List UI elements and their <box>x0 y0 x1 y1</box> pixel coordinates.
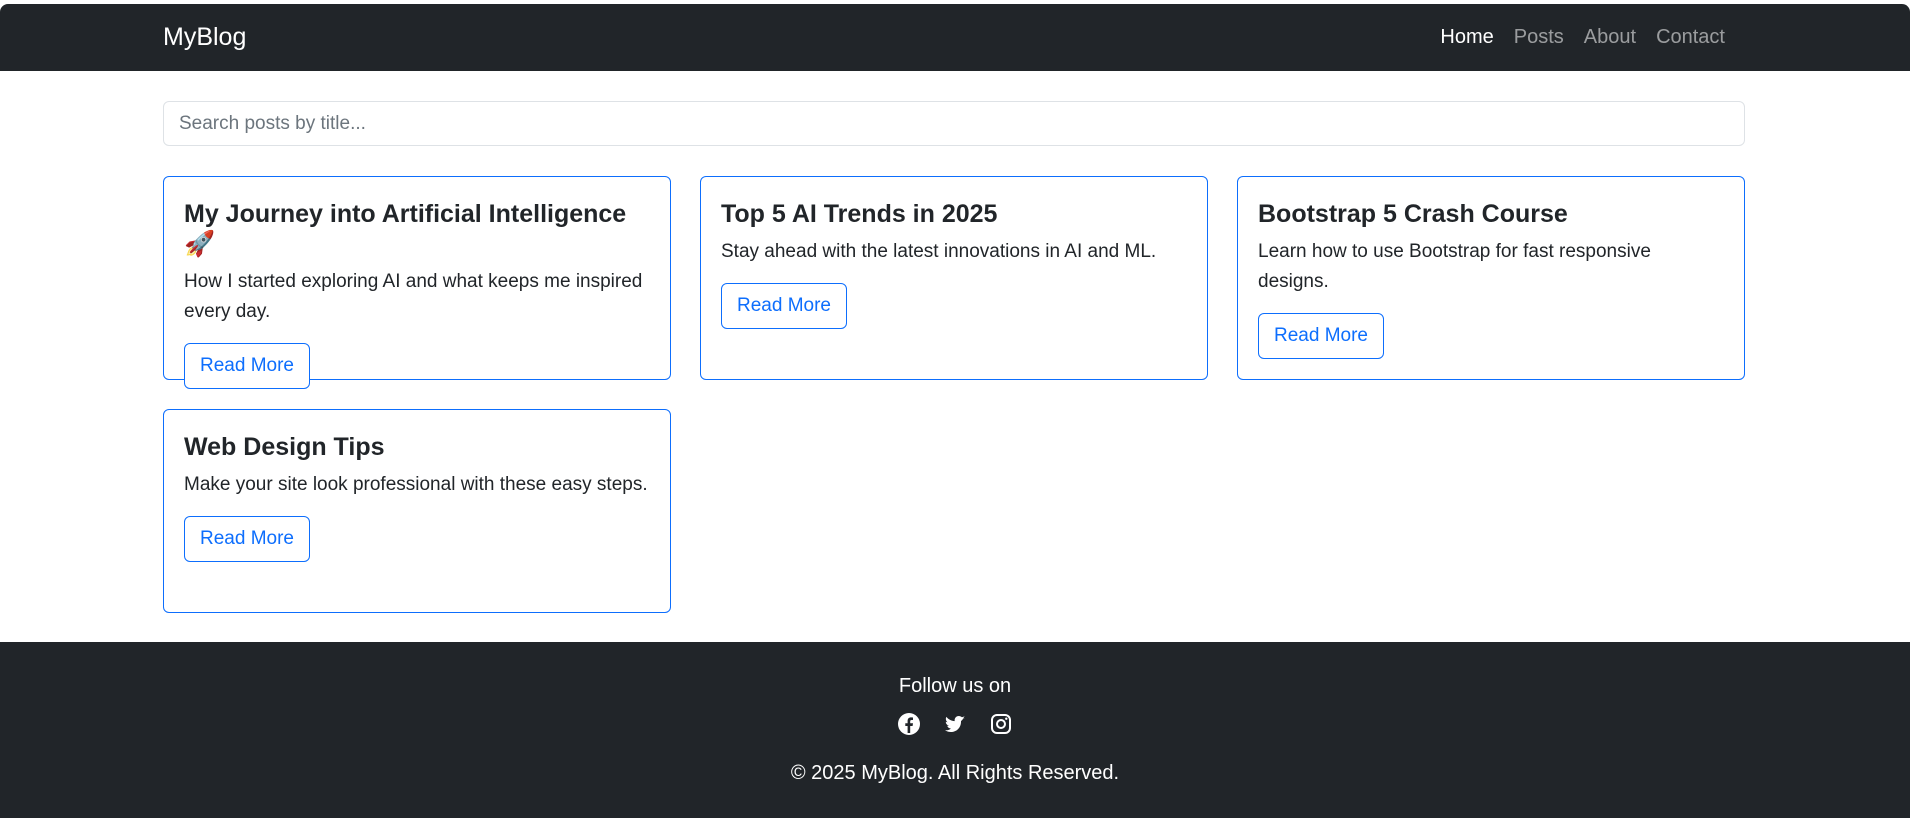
read-more-button[interactable]: Read More <box>184 343 310 389</box>
navbar: MyBlog Home Posts About Contact <box>0 4 1910 71</box>
post-title: Top 5 AI Trends in 2025 <box>721 200 998 228</box>
nav-link-home[interactable]: Home <box>1430 4 1503 71</box>
read-more-button[interactable]: Read More <box>721 283 847 329</box>
nav-link-contact[interactable]: Contact <box>1646 4 1735 71</box>
post-excerpt: How I started exploring AI and what keep… <box>184 271 643 322</box>
nav-link-posts[interactable]: Posts <box>1504 4 1574 71</box>
post-excerpt: Make your site look professional with th… <box>184 474 648 495</box>
follow-text: Follow us on <box>898 675 1012 697</box>
facebook-icon[interactable] <box>897 712 921 736</box>
read-more-button[interactable]: Read More <box>184 516 310 562</box>
post-card: Web Design Tips Make your site look prof… <box>163 409 671 613</box>
footer: Follow us on © 2025 MyBlog. All Rights R… <box>0 642 1910 818</box>
twitter-icon[interactable] <box>943 712 967 736</box>
post-excerpt: Stay ahead with the latest innovations i… <box>721 241 1157 262</box>
instagram-icon[interactable] <box>989 712 1013 736</box>
search-input[interactable] <box>163 101 1745 146</box>
post-card: Bootstrap 5 Crash Course Learn how to us… <box>1237 176 1745 380</box>
post-card: My Journey into Artificial Intelligence … <box>163 176 671 389</box>
post-title: Web Design Tips <box>184 433 385 461</box>
page: MyBlog Home Posts About Contact My Journ… <box>0 0 1912 827</box>
read-more-button[interactable]: Read More <box>1258 313 1384 359</box>
post-card: Top 5 AI Trends in 2025 Stay ahead with … <box>700 176 1208 380</box>
nav-links: Home Posts About Contact <box>1430 4 1735 71</box>
post-title: My Journey into Artificial Intelligence … <box>184 200 627 258</box>
post-title: Bootstrap 5 Crash Course <box>1258 200 1568 228</box>
copyright-text: © 2025 MyBlog. All Rights Reserved. <box>790 762 1120 784</box>
nav-link-about[interactable]: About <box>1574 4 1646 71</box>
post-excerpt: Learn how to use Bootstrap for fast resp… <box>1258 241 1651 292</box>
social-links <box>0 712 1910 736</box>
brand-logo[interactable]: MyBlog <box>163 4 246 71</box>
